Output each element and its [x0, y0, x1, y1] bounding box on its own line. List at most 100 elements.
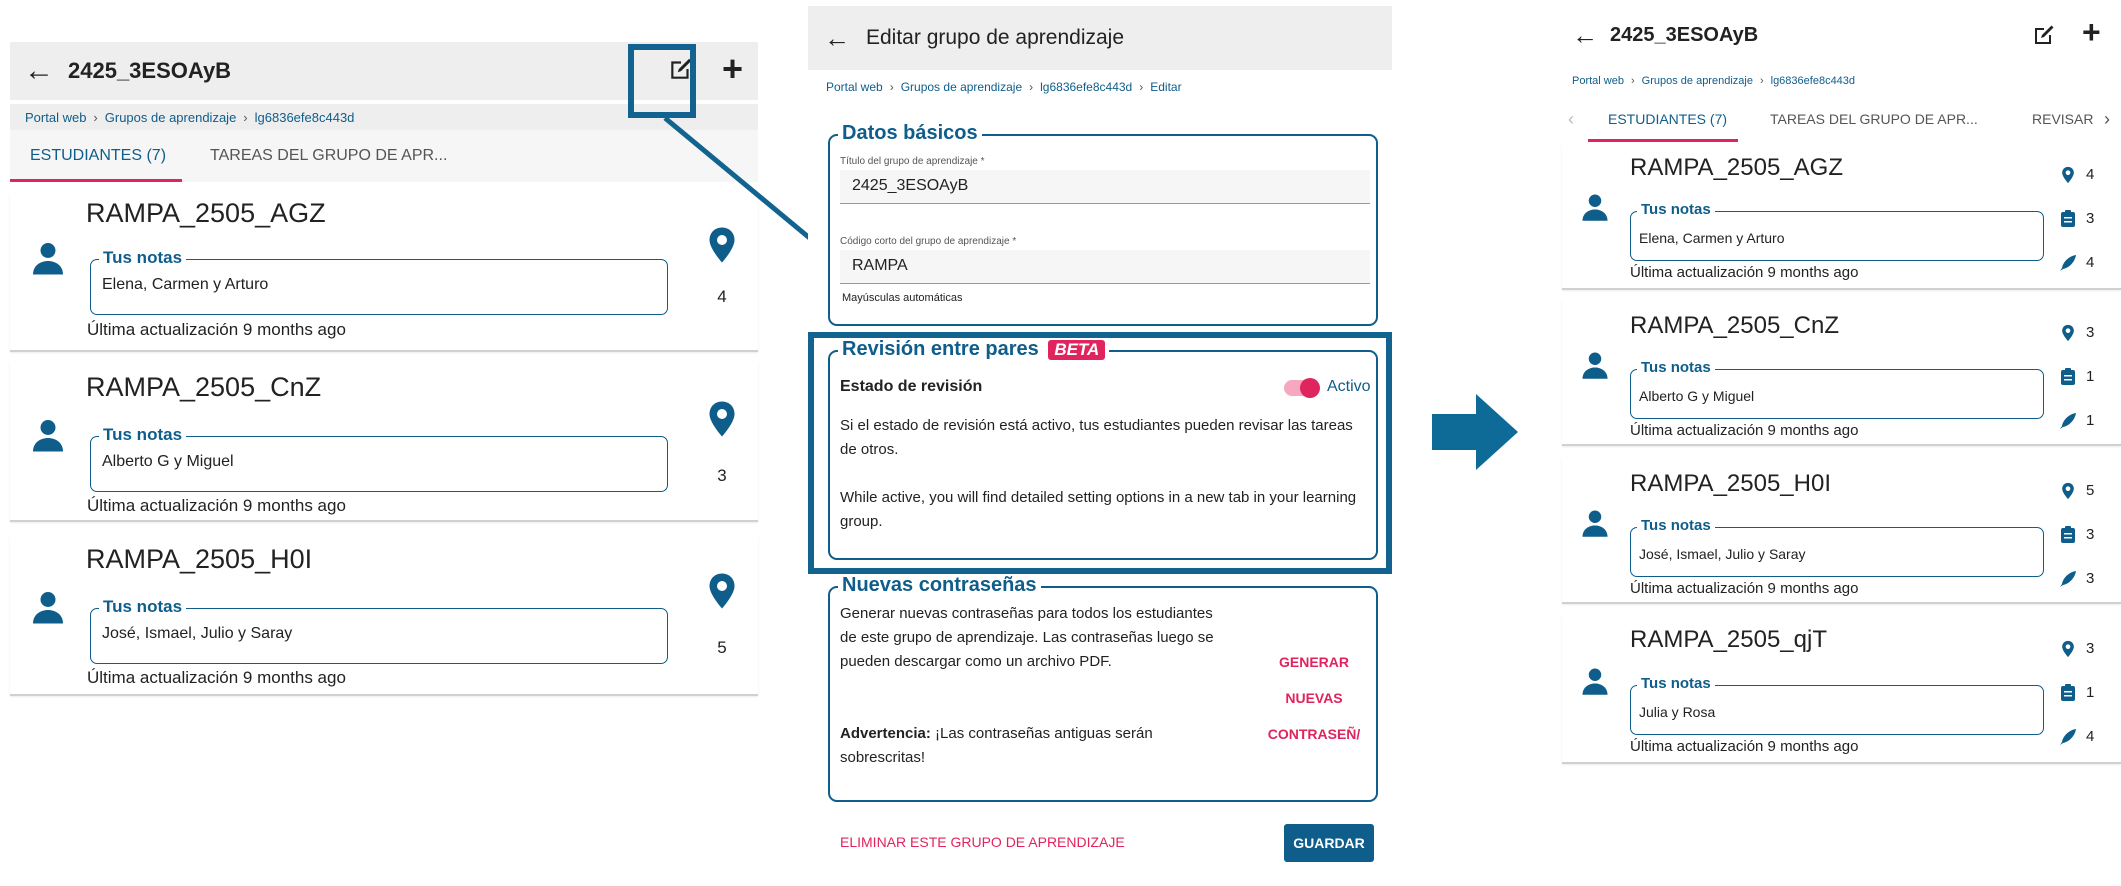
save-button[interactable]: GUARDAR — [1284, 824, 1374, 862]
transition-arrow — [1432, 394, 1518, 470]
location-count: 3 — [2086, 324, 2095, 341]
tab-tasks[interactable]: TAREAS DEL GRUPO DE APR... — [1770, 111, 1978, 127]
button-line: CONTRASEÑ/ — [1267, 726, 1361, 742]
back-arrow-icon[interactable]: ← — [824, 23, 850, 54]
pen-count: 4 — [2086, 254, 2095, 271]
clipboard-icon — [2061, 368, 2075, 390]
chevron-right-icon[interactable]: › — [2104, 109, 2110, 130]
clipboard-icon — [2061, 210, 2075, 232]
chevron-left-icon[interactable]: ‹ — [1568, 109, 1574, 130]
page-title: Editar grupo de aprendizaje — [866, 26, 1125, 49]
passwords-warning: Advertencia: ¡Las contraseñas antiguas s… — [840, 722, 1230, 770]
student-card[interactable]: RAMPA_2505_CnZ Tus notas Alberto G y Mig… — [1562, 300, 2121, 446]
student-name: RAMPA_2505_CnZ — [1630, 312, 1839, 339]
page-title: 2425_3ESOAyB — [1610, 23, 1759, 46]
tab-review[interactable]: REVISAR — [2032, 111, 2093, 127]
group-title-input[interactable]: 2425_3ESOAyB — [840, 170, 1370, 204]
notes-label: Tus notas — [1637, 517, 1715, 534]
notes-field[interactable]: Tus notas Alberto G y Miguel — [1630, 359, 2044, 419]
edit-panel: ← Editar grupo de aprendizaje Portal web… — [808, 6, 1392, 886]
pen-count: 3 — [2086, 570, 2095, 587]
peer-review-section: Revisión entre pares BETA Estado de revi… — [828, 338, 1378, 560]
generate-passwords-button[interactable]: GENERAR NUEVAS CONTRASEÑ/ — [1248, 644, 1380, 752]
right-panel: ← 2425_3ESOAyB + Portal web › Grupos de a… — [1562, 0, 2121, 770]
notes-value: José, Ismael, Julio y Saray — [1639, 546, 1806, 562]
section-title: Nuevas contraseñas — [838, 574, 1041, 597]
basic-data-section: Datos básicos Título del grupo de aprend… — [828, 122, 1378, 326]
toggle-label: Activo — [1327, 378, 1371, 395]
notes-field[interactable]: Tus notas Julia y Rosa — [1630, 675, 2044, 735]
pen-count: 1 — [2086, 412, 2095, 429]
button-line: NUEVAS — [1285, 690, 1343, 706]
clipboard-icon — [2061, 526, 2075, 548]
button-line: GENERAR — [1278, 654, 1349, 670]
delete-group-button[interactable]: ELIMINAR ESTE GRUPO DE APRENDIZAJE — [840, 834, 1125, 850]
field-label: Título del grupo de aprendizaje * — [840, 156, 985, 167]
passwords-description: Generar nuevas contraseñas para todos lo… — [840, 605, 1214, 670]
notes-label: Tus notas — [1637, 201, 1715, 218]
tab-bar: ‹ ESTUDIANTES (7) TAREAS DEL GRUPO DE AP… — [1562, 96, 2121, 142]
student-card[interactable]: RAMPA_2505_qjT Tus notas Julia y Rosa Úl… — [1562, 614, 2121, 764]
breadcrumb: Portal web › Grupos de aprendizaje › lg683… — [1562, 68, 2121, 94]
location-pin-icon — [2061, 166, 2075, 189]
last-updated: Última actualización 9 months ago — [1630, 580, 1859, 597]
clipboard-count: 3 — [2086, 526, 2095, 543]
location-pin-icon — [2061, 640, 2075, 663]
feather-pen-icon — [2059, 254, 2077, 277]
breadcrumb-item[interactable]: Portal web — [826, 80, 883, 94]
location-pin-icon — [2061, 482, 2075, 505]
feather-pen-icon — [2059, 412, 2077, 435]
breadcrumb-item[interactable]: Grupos de aprendizaje — [1642, 75, 1753, 87]
section-title-text: Revisión entre pares — [842, 338, 1039, 360]
student-name: RAMPA_2505_AGZ — [1630, 154, 1843, 181]
person-icon — [1582, 194, 1608, 221]
feather-pen-icon — [2059, 570, 2077, 593]
back-arrow-icon[interactable]: ← — [1572, 20, 1598, 51]
field-label: Código corto del grupo de aprendizaje * — [840, 236, 1017, 247]
student-card[interactable]: RAMPA_2505_AGZ Tus notas Elena, Carmen y… — [1562, 144, 2121, 290]
input-value: RAMPA — [852, 257, 908, 274]
edit-icon[interactable] — [2032, 23, 2056, 52]
breadcrumb-item[interactable]: lg6836efe8c443d — [1040, 80, 1132, 94]
clipboard-icon — [2061, 684, 2075, 706]
last-updated: Última actualización 9 months ago — [1630, 738, 1859, 755]
breadcrumb-item[interactable]: Grupos de aprendizaje — [901, 80, 1022, 94]
last-updated: Última actualización 9 months ago — [1630, 264, 1859, 281]
notes-field[interactable]: Tus notas Elena, Carmen y Arturo — [1630, 201, 2044, 261]
notes-value: Julia y Rosa — [1639, 704, 1716, 720]
section-title: Revisión entre pares BETA — [838, 338, 1110, 361]
app-header: ← 2425_3ESOAyB + — [1562, 10, 2121, 60]
tab-underline — [1588, 139, 1738, 142]
short-code-input[interactable]: RAMPA — [840, 250, 1370, 284]
location-pin-icon — [2061, 324, 2075, 347]
location-count: 5 — [2086, 482, 2095, 499]
review-toggle[interactable] — [1284, 378, 1320, 398]
notes-label: Tus notas — [1637, 359, 1715, 376]
student-name: RAMPA_2505_qjT — [1630, 626, 1827, 653]
notes-label: Tus notas — [1637, 675, 1715, 692]
location-count: 4 — [2086, 166, 2095, 183]
clipboard-count: 1 — [2086, 368, 2095, 385]
review-description: While active, you will find detailed set… — [840, 489, 1357, 530]
student-card[interactable]: RAMPA_2505_H0I Tus notas José, Ismael, J… — [1562, 458, 2121, 604]
tab-students[interactable]: ESTUDIANTES (7) — [1608, 111, 1727, 127]
notes-field[interactable]: Tus notas José, Ismael, Julio y Saray — [1630, 517, 2044, 577]
notes-value: Alberto G y Miguel — [1639, 388, 1755, 404]
field-hint: Mayúsculas automáticas — [842, 292, 963, 304]
toggle-knob — [1300, 378, 1320, 398]
review-description: Si el estado de revisión está activo, tu… — [840, 417, 1353, 458]
person-icon — [1582, 510, 1608, 537]
pen-count: 4 — [2086, 728, 2095, 745]
feather-pen-icon — [2059, 728, 2077, 751]
breadcrumb-item[interactable]: lg6836efe8c443d — [1771, 75, 1855, 87]
person-icon — [1582, 352, 1608, 379]
warning-bold: Advertencia: — [840, 725, 931, 742]
edit-header: ← Editar grupo de aprendizaje — [808, 6, 1392, 70]
breadcrumb-item[interactable]: Editar — [1150, 80, 1181, 94]
breadcrumb-item[interactable]: Portal web — [1572, 75, 1624, 87]
review-state-label: Estado de revisión — [840, 378, 983, 395]
breadcrumb: Portal web › Grupos de aprendizaje › lg683… — [808, 74, 1392, 100]
beta-badge: BETA — [1048, 340, 1106, 360]
plus-icon[interactable]: + — [2082, 14, 2101, 51]
clipboard-count: 1 — [2086, 684, 2095, 701]
